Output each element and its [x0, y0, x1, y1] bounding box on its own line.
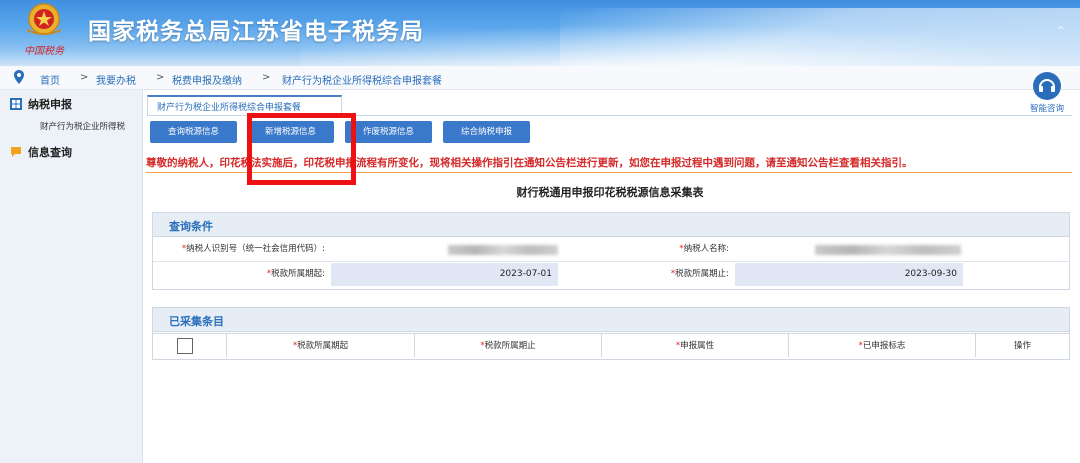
chat-bubble-icon [11, 147, 21, 157]
breadcrumb-home[interactable]: 首页 [40, 72, 60, 87]
emblem-caption: 中国税务 [24, 46, 64, 57]
query-row: *税款所属期起: 2023-07-01 *税款所属期止: 2023-09-30 [153, 263, 1069, 287]
period-start-label: *税款所属期起: [266, 269, 325, 279]
table-header: *税款所属期起 *税款所属期止 *申报属性 *已申报标志 操作 [153, 333, 1069, 357]
breadcrumb-separator: > [262, 72, 271, 83]
sidebar-item-info-query[interactable]: 信息查询 [10, 144, 72, 160]
column-header: *已申报标志 [789, 333, 976, 357]
tax-emblem-icon [26, 3, 62, 35]
column-header: *税款所属期起 [227, 333, 415, 357]
void-source-button[interactable]: 作废税源信息 [345, 121, 432, 143]
select-all-cell [153, 333, 227, 357]
smart-consult-label: 智能咨询 [1029, 104, 1064, 114]
query-panel-title: 查询条件 [153, 213, 1069, 237]
form-title: 财行税通用申报印花税税源信息采集表 [516, 186, 704, 199]
column-header: 操作 [976, 333, 1069, 357]
breadcrumb: 首页 > 我要办税 > 税费申报及缴纳 > 财产行为税企业所得税综合申报套餐 [0, 66, 1080, 90]
grid-icon [10, 98, 22, 110]
location-pin-icon [14, 70, 24, 84]
select-all-checkbox[interactable] [177, 338, 193, 354]
taxpayer-name-field [735, 238, 965, 261]
comprehensive-declare-button[interactable]: 综合纳税申报 [443, 121, 530, 143]
column-header: *申报属性 [602, 333, 789, 357]
breadcrumb-current: 财产行为税企业所得税综合申报套餐 [282, 76, 442, 87]
sidebar-item-property-tax[interactable]: 财产行为税企业所得税 [40, 120, 125, 132]
taxpayer-id-label: *纳税人识别号（统一社会信用代码）: [181, 244, 325, 254]
query-panel: 查询条件 *纳税人识别号（统一社会信用代码）: *纳税人名称: *税款所属期起:… [152, 212, 1070, 290]
breadcrumb-separator: > [156, 72, 165, 83]
collapse-caret-icon[interactable]: ⌃ [1056, 24, 1066, 38]
column-header: *税款所属期止 [415, 333, 602, 357]
taxpayer-name-label: *纳税人名称: [679, 244, 729, 254]
period-end-label: *税款所属期止: [670, 269, 729, 279]
sidebar-group-label: 纳税申报 [28, 98, 72, 111]
period-end-input[interactable]: 2023-09-30 [735, 263, 963, 286]
breadcrumb-tasks[interactable]: 我要办税 [96, 72, 136, 87]
collected-panel-title: 已采集条目 [153, 308, 1069, 332]
breadcrumb-separator: > [80, 72, 89, 83]
sidebar-item-tax-declare[interactable]: 纳税申报 [10, 96, 72, 112]
header-banner: 中国税务 国家税务总局江苏省电子税务局 ⌃ [0, 0, 1080, 66]
sidebar: 纳税申报 财产行为税企业所得税 信息查询 [0, 90, 143, 463]
headset-icon [1033, 72, 1061, 100]
highlight-box [247, 113, 356, 185]
period-start-input[interactable]: 2023-07-01 [331, 263, 558, 286]
breadcrumb-declare[interactable]: 税费申报及缴纳 [172, 72, 242, 87]
tab-property-tax-package[interactable]: 财产行为税企业所得税综合申报套餐 [147, 95, 342, 115]
taxpayer-id-field [333, 238, 563, 261]
sidebar-group-label: 信息查询 [28, 146, 72, 159]
collected-panel: 已采集条目 *税款所属期起 *税款所属期止 *申报属性 *已申报标志 操作 [152, 307, 1070, 360]
query-source-button[interactable]: 查询税源信息 [150, 121, 237, 143]
site-title: 国家税务总局江苏省电子税务局 [88, 19, 424, 45]
query-row: *纳税人识别号（统一社会信用代码）: *纳税人名称: [153, 238, 1069, 262]
smart-consult-button[interactable]: 智能咨询 [1022, 72, 1072, 116]
